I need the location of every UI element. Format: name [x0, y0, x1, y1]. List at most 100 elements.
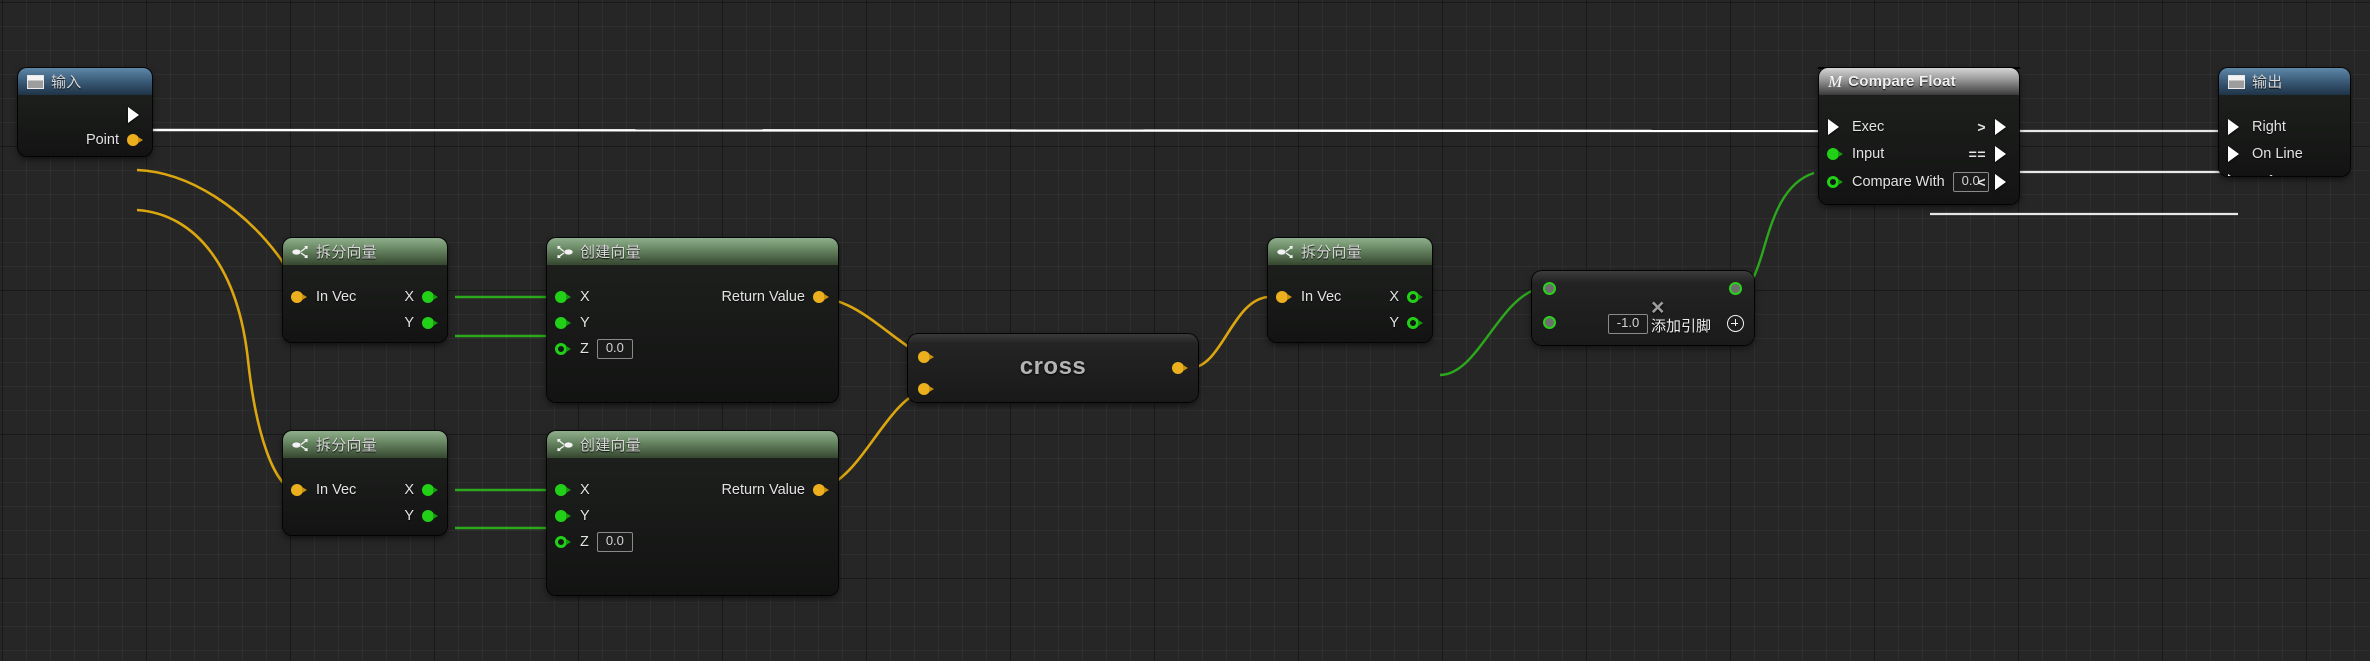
y-input-pin[interactable] — [555, 509, 572, 523]
return-value-label: Return Value — [721, 288, 805, 305]
z-value-field[interactable]: 0.0 — [596, 532, 633, 552]
node-compare-float-titlebar[interactable]: M Compare Float — [1819, 68, 2019, 95]
y-output-pin[interactable] — [1407, 316, 1424, 330]
pin-row-on-line[interactable]: On Line — [2227, 144, 2303, 164]
pin-row-out-y[interactable]: Y — [404, 313, 439, 333]
pin-row-right[interactable]: Right — [2227, 117, 2286, 137]
node-input[interactable]: 输入 Point Line — [18, 68, 152, 156]
x-input-pin[interactable] — [555, 483, 572, 497]
y-input-pin[interactable] — [555, 316, 572, 330]
node-break-vector-top-titlebar[interactable]: 拆分向量 — [283, 238, 447, 265]
wire-line-to-break-bottom — [136, 208, 298, 492]
pin-row-invec[interactable]: In Vec — [291, 480, 356, 500]
node-make-vector-bottom-titlebar[interactable]: 创建向量 — [547, 431, 838, 458]
on-line-exec-pin[interactable] — [2227, 145, 2244, 162]
pin-row-input-exec[interactable] — [127, 105, 144, 125]
node-cross[interactable]: cross — [908, 334, 1198, 402]
pin-row-out-lt[interactable]: < — [1977, 172, 2011, 192]
z-input-pin[interactable] — [555, 535, 572, 549]
pin-row-return-value[interactable]: Return Value — [721, 480, 830, 500]
equal-exec-pin[interactable] — [1994, 145, 2011, 162]
pin-row-in-z[interactable]: Z 0.0 — [555, 339, 633, 359]
invec-pin-label: In Vec — [316, 481, 357, 498]
pin-row-exec-in[interactable]: Exec — [1827, 117, 1884, 137]
invec-input-pin[interactable] — [291, 483, 308, 497]
blueprint-graph-canvas[interactable]: 输入 Point Line — [0, 0, 2370, 661]
plus-circle-icon[interactable] — [1727, 315, 1744, 332]
pin-row-out-gt[interactable]: > — [1977, 117, 2011, 137]
z-pin-label: Z — [580, 533, 589, 550]
pin-row-out-x[interactable]: X — [404, 287, 439, 307]
pin-row-out-y[interactable]: Y — [1389, 313, 1424, 333]
node-make-vector-top-titlebar[interactable]: 创建向量 — [547, 238, 838, 265]
make-vector-icon — [556, 245, 573, 259]
node-break-vector-right[interactable]: 拆分向量 In Vec X Y Z — [1268, 238, 1432, 342]
pin-row-out-z[interactable]: Z — [405, 339, 439, 343]
pin-row-input-point[interactable]: Point — [86, 130, 144, 150]
pin-row-in-z[interactable]: Z 0.0 — [555, 532, 633, 552]
left-exec-pin[interactable] — [2227, 173, 2244, 176]
pin-row-out-z[interactable]: Z — [405, 532, 439, 536]
x-output-pin[interactable] — [422, 483, 439, 497]
pin-row-out-y[interactable]: Y — [404, 506, 439, 526]
x-input-pin[interactable] — [555, 290, 572, 304]
pin-row-return-value[interactable]: Return Value — [721, 287, 830, 307]
node-break-vector-bottom[interactable]: 拆分向量 In Vec X Y Z — [283, 431, 447, 535]
return-value-output-pin[interactable] — [813, 290, 830, 304]
node-break-vector-top[interactable]: 拆分向量 In Vec X Y Z — [283, 238, 447, 342]
pin-row-left[interactable]: Left — [2227, 172, 2276, 176]
pin-row-in-y[interactable]: Y — [555, 313, 590, 333]
greater-than-exec-pin[interactable] — [1994, 118, 2011, 135]
pin-row-invec[interactable]: In Vec — [291, 287, 356, 307]
y-output-pin[interactable] — [422, 509, 439, 523]
invec-input-pin[interactable] — [1276, 290, 1293, 304]
pin-row-invec[interactable]: In Vec — [1276, 287, 1341, 307]
multiply-output-pin[interactable] — [1729, 282, 1742, 295]
node-make-vector-bottom[interactable]: 创建向量 X Y Z 0.0 Return Value — [547, 431, 838, 595]
exec-output-pin[interactable] — [127, 106, 144, 123]
pin-row-compare-with[interactable]: Compare With 0.0 — [1827, 172, 1989, 192]
invec-input-pin[interactable] — [291, 290, 308, 304]
z-value-field[interactable]: 0.0 — [596, 339, 633, 359]
node-break-vector-bottom-titlebar[interactable]: 拆分向量 — [283, 431, 447, 458]
make-vector-icon — [556, 438, 573, 452]
z-input-pin[interactable] — [555, 342, 572, 356]
y-output-pin[interactable] — [422, 316, 439, 330]
right-exec-pin[interactable] — [2227, 118, 2244, 135]
return-value-output-pin[interactable] — [813, 483, 830, 497]
input-pin[interactable] — [1827, 147, 1844, 161]
point-output-pin[interactable] — [127, 133, 144, 147]
wire-point-to-break-top — [136, 168, 298, 299]
pin-row-in-x[interactable]: X — [555, 287, 590, 307]
node-input-titlebar[interactable]: 输入 — [18, 68, 152, 95]
multiply-value-field[interactable]: -1.0 — [1608, 314, 1648, 334]
node-multiply[interactable]: × -1.0 添加引脚 — [1532, 271, 1754, 345]
exec-input-pin[interactable] — [1827, 118, 1844, 135]
pin-row-in-x[interactable]: X — [555, 480, 590, 500]
compare-with-pin[interactable] — [1827, 175, 1844, 189]
x-output-pin[interactable] — [1407, 290, 1424, 304]
node-break-vector-right-titlebar[interactable]: 拆分向量 — [1268, 238, 1432, 265]
multiply-input-b-pin[interactable] — [1543, 316, 1556, 329]
pin-row-out-x[interactable]: X — [404, 480, 439, 500]
return-value-label: Return Value — [721, 481, 805, 498]
node-compare-float-body[interactable]: M Compare Float Exec Input Compare With … — [1819, 68, 2019, 204]
node-break-vector-top-title: 拆分向量 — [316, 244, 377, 261]
node-output[interactable]: 输出 Right On Line Left — [2219, 68, 2350, 176]
pin-row-in-y[interactable]: Y — [555, 506, 590, 526]
cross-output-pin[interactable] — [1172, 362, 1189, 375]
cross-input-b-pin[interactable] — [918, 383, 935, 396]
pin-row-out-z[interactable]: Z — [1390, 339, 1424, 343]
input-pin-label: Input — [1852, 145, 1885, 162]
node-output-titlebar[interactable]: 输出 — [2219, 68, 2350, 95]
less-than-exec-pin[interactable] — [1994, 173, 2011, 190]
add-pin-label[interactable]: 添加引脚 — [1651, 315, 1711, 336]
multiply-input-a-pin[interactable] — [1543, 282, 1556, 295]
pin-row-out-eq[interactable]: == — [1969, 144, 2011, 164]
cross-input-a-pin[interactable] — [918, 351, 935, 364]
node-make-vector-top[interactable]: 创建向量 X Y Z 0.0 Return Value — [547, 238, 838, 402]
pin-row-input[interactable]: Input — [1827, 144, 1884, 164]
x-output-pin[interactable] — [422, 290, 439, 304]
x-pin-label: X — [580, 481, 590, 498]
pin-row-out-x[interactable]: X — [1389, 287, 1424, 307]
